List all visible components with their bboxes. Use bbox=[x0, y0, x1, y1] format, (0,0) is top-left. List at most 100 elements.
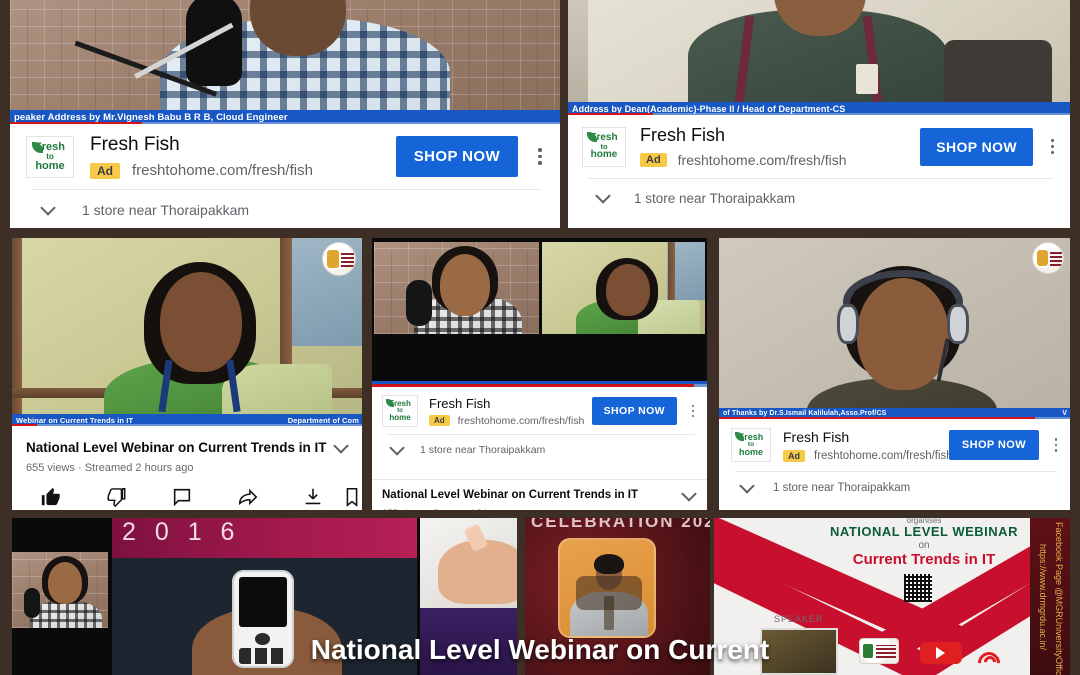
share-button[interactable]: Share bbox=[215, 486, 281, 510]
ad-badge: Ad bbox=[429, 415, 450, 426]
ad-card[interactable]: Fresh to home Fresh Fish Ad freshtohome.… bbox=[372, 387, 707, 479]
live-title-bar: Webinar on Current Trends in IT Departme… bbox=[12, 414, 362, 426]
logo-mark bbox=[1037, 250, 1048, 266]
participant-thumbnail bbox=[12, 552, 108, 628]
person-head bbox=[440, 254, 490, 316]
video-panel-speaker-address[interactable]: peaker Address by Mr.Vignesh Babu B R B,… bbox=[10, 0, 560, 228]
video-stats: 655 views · Streamed 2 hours ago bbox=[372, 503, 707, 510]
id-badge bbox=[856, 64, 878, 94]
shop-now-button[interactable]: SHOP NOW bbox=[948, 430, 1039, 460]
video-still-female-speaker bbox=[12, 238, 362, 416]
advertiser-logo-line3: home bbox=[35, 159, 65, 172]
ad-title: Fresh Fish bbox=[90, 134, 180, 155]
ad-card[interactable]: Fresh to home Fresh Fish Ad freshtohome.… bbox=[719, 419, 1070, 510]
nearby-store-text: 1 store near Thoraipakkam bbox=[634, 190, 796, 206]
save-button[interactable]: Save bbox=[346, 486, 358, 510]
video-still-gallery-view bbox=[372, 238, 707, 383]
nearby-store-row[interactable]: 1 store near Thoraipakkam bbox=[568, 179, 1070, 206]
nearby-store-row[interactable]: 1 store near Thoraipakkam bbox=[10, 190, 560, 218]
ad-card[interactable]: Fresh to home Fresh Fish Ad freshtohome.… bbox=[10, 124, 560, 228]
nearby-store-text: 1 store near Thoraipakkam bbox=[773, 482, 911, 494]
video-panel-webinar-current-trends[interactable]: Webinar on Current Trends in IT Departme… bbox=[12, 238, 362, 510]
video-title: National Level Webinar on Current Trends… bbox=[382, 489, 639, 501]
screenshot-collage: peaker Address by Mr.Vignesh Babu B R B,… bbox=[0, 0, 1080, 675]
advertiser-logo: Fresh to home bbox=[731, 428, 771, 462]
live-title-bar: peaker Address by Mr.Vignesh Babu B R B,… bbox=[10, 110, 560, 124]
headphone-band bbox=[843, 270, 963, 334]
advertiser-logo-line3: home bbox=[590, 149, 618, 161]
ad-badge: Ad bbox=[90, 162, 120, 179]
poster-speaker-label: SPEAKER bbox=[774, 614, 824, 624]
university-watermark-logo bbox=[1032, 242, 1064, 274]
video-title-text: Address by Dean(Academic)-Phase II / Hea… bbox=[572, 103, 846, 114]
more-options-icon[interactable] bbox=[687, 401, 699, 421]
video-meta-block: National Level Webinar on Current Trends… bbox=[372, 479, 707, 510]
poster-title-line1: NATIONAL LEVEL WEBINAR bbox=[830, 524, 1018, 539]
ad-badge: Ad bbox=[640, 153, 667, 167]
video-panel-vote-of-thanks[interactable]: of Thanks by Dr.S.Ismail Kalilulah,Asso.… bbox=[719, 238, 1070, 510]
phone-screen bbox=[239, 577, 287, 627]
comment-button[interactable]: Comment bbox=[149, 486, 215, 510]
ad-url: freshtohome.com/fresh/fish bbox=[677, 152, 847, 168]
video-action-bar[interactable]: Like Dislike Comment Share Download bbox=[12, 474, 362, 510]
video-stats: 655 views · Streamed 2 hours ago bbox=[26, 462, 194, 475]
poster-title-line3: Current Trends in IT bbox=[852, 551, 996, 568]
video-panel-dean-address[interactable]: Address by Dean(Academic)-Phase II / Hea… bbox=[568, 0, 1070, 228]
logo-text-lines bbox=[1050, 251, 1062, 266]
video-title-text: of Thanks by Dr.S.Ismail Kalilulah,Asso.… bbox=[723, 410, 887, 417]
participant-tile-1 bbox=[374, 242, 539, 334]
video-still-headset-speaker bbox=[719, 238, 1070, 410]
advertiser-logo-line3: home bbox=[738, 447, 763, 458]
nearby-store-row[interactable]: 1 store near Thoraipakkam bbox=[372, 435, 707, 456]
ad-url: freshtohome.com/fresh/fish bbox=[457, 414, 585, 427]
ad-title: Fresh Fish bbox=[783, 428, 850, 445]
ad-badge: Ad bbox=[783, 449, 805, 462]
nearby-store-row[interactable]: 1 store near Thoraipakkam bbox=[719, 472, 1070, 495]
video-title: National Level Webinar on Current Trends… bbox=[26, 440, 327, 455]
more-options-icon[interactable] bbox=[1045, 134, 1060, 160]
chevron-down-icon[interactable] bbox=[388, 443, 406, 456]
headphone-cup-left bbox=[837, 304, 859, 344]
live-title-bar: of Thanks by Dr.S.Ismail Kalilulah,Asso.… bbox=[719, 408, 1070, 419]
person-torso bbox=[30, 600, 102, 628]
ad-title: Fresh Fish bbox=[429, 395, 491, 411]
chevron-down-icon[interactable] bbox=[330, 440, 352, 456]
advertiser-logo: Fresh to home bbox=[26, 135, 74, 178]
download-button[interactable]: Download bbox=[280, 486, 346, 510]
more-options-icon[interactable] bbox=[532, 143, 548, 171]
qr-code bbox=[904, 574, 932, 602]
shop-now-button[interactable]: SHOP NOW bbox=[920, 127, 1033, 166]
chevron-down-icon[interactable] bbox=[36, 202, 60, 218]
chevron-down-icon[interactable] bbox=[679, 489, 699, 503]
ad-url: freshtohome.com/fresh/fish bbox=[132, 162, 313, 179]
shop-now-button[interactable]: SHOP NOW bbox=[395, 136, 518, 177]
video-panel-two-participants[interactable]: Fresh to home Fresh Fish Ad freshtohome.… bbox=[372, 238, 707, 510]
office-chair bbox=[576, 576, 642, 610]
person-hair bbox=[594, 554, 624, 574]
dislike-button[interactable]: Dislike bbox=[84, 486, 150, 510]
more-options-icon[interactable] bbox=[1050, 435, 1062, 456]
window-pane bbox=[568, 0, 588, 104]
person-head bbox=[606, 264, 650, 316]
chevron-down-icon[interactable] bbox=[737, 481, 757, 495]
video-still-office-room bbox=[568, 0, 1070, 104]
video-title-text: peaker Address by Mr.Vignesh Babu B R B,… bbox=[14, 111, 288, 123]
logo-mark bbox=[327, 250, 339, 268]
ad-url: freshtohome.com/fresh/fish bbox=[814, 449, 953, 462]
logo-text-lines bbox=[341, 251, 354, 267]
chevron-down-icon[interactable] bbox=[592, 190, 614, 206]
ad-card[interactable]: Fresh to home Fresh Fish Ad freshtohome.… bbox=[568, 115, 1070, 228]
participant-tile-2 bbox=[542, 242, 705, 334]
nearby-store-text: 1 store near Thoraipakkam bbox=[420, 443, 546, 456]
video-meta-block: National Level Webinar on Current Trends… bbox=[12, 426, 362, 510]
video-still-brick-room bbox=[10, 0, 560, 112]
video-title-right: V bbox=[1062, 410, 1067, 417]
advertiser-logo-line3: home bbox=[389, 413, 411, 422]
person-head bbox=[160, 272, 242, 372]
headphone-cup-right bbox=[947, 304, 969, 344]
shop-now-button[interactable]: SHOP NOW bbox=[591, 397, 677, 425]
microphone bbox=[406, 280, 432, 326]
advertiser-logo: Fresh to home bbox=[382, 395, 418, 427]
nearby-store-text: 1 store near Thoraipakkam bbox=[82, 202, 250, 218]
like-button[interactable]: Like bbox=[18, 486, 84, 510]
